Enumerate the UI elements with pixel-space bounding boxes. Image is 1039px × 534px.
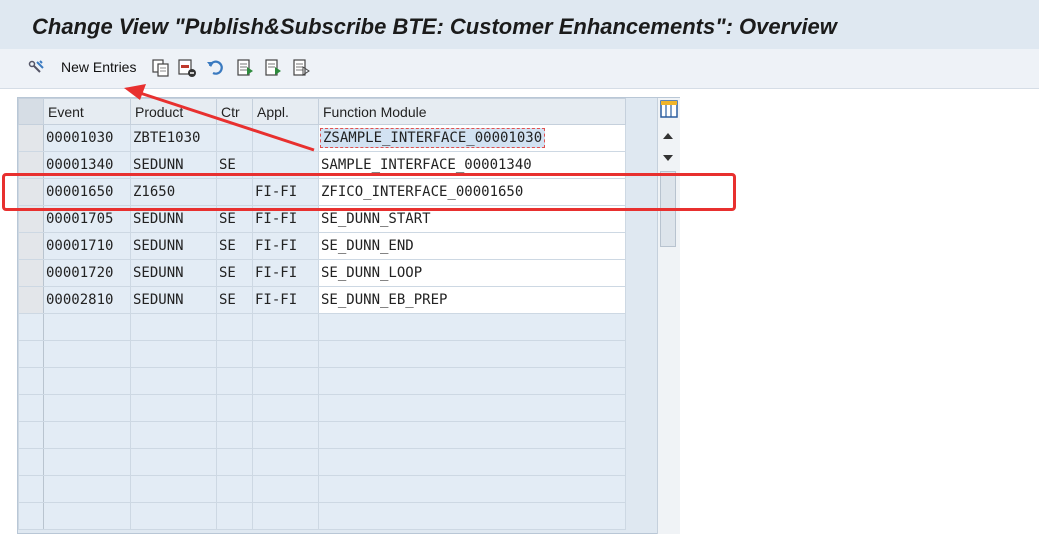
annotation-arrow <box>124 84 315 152</box>
